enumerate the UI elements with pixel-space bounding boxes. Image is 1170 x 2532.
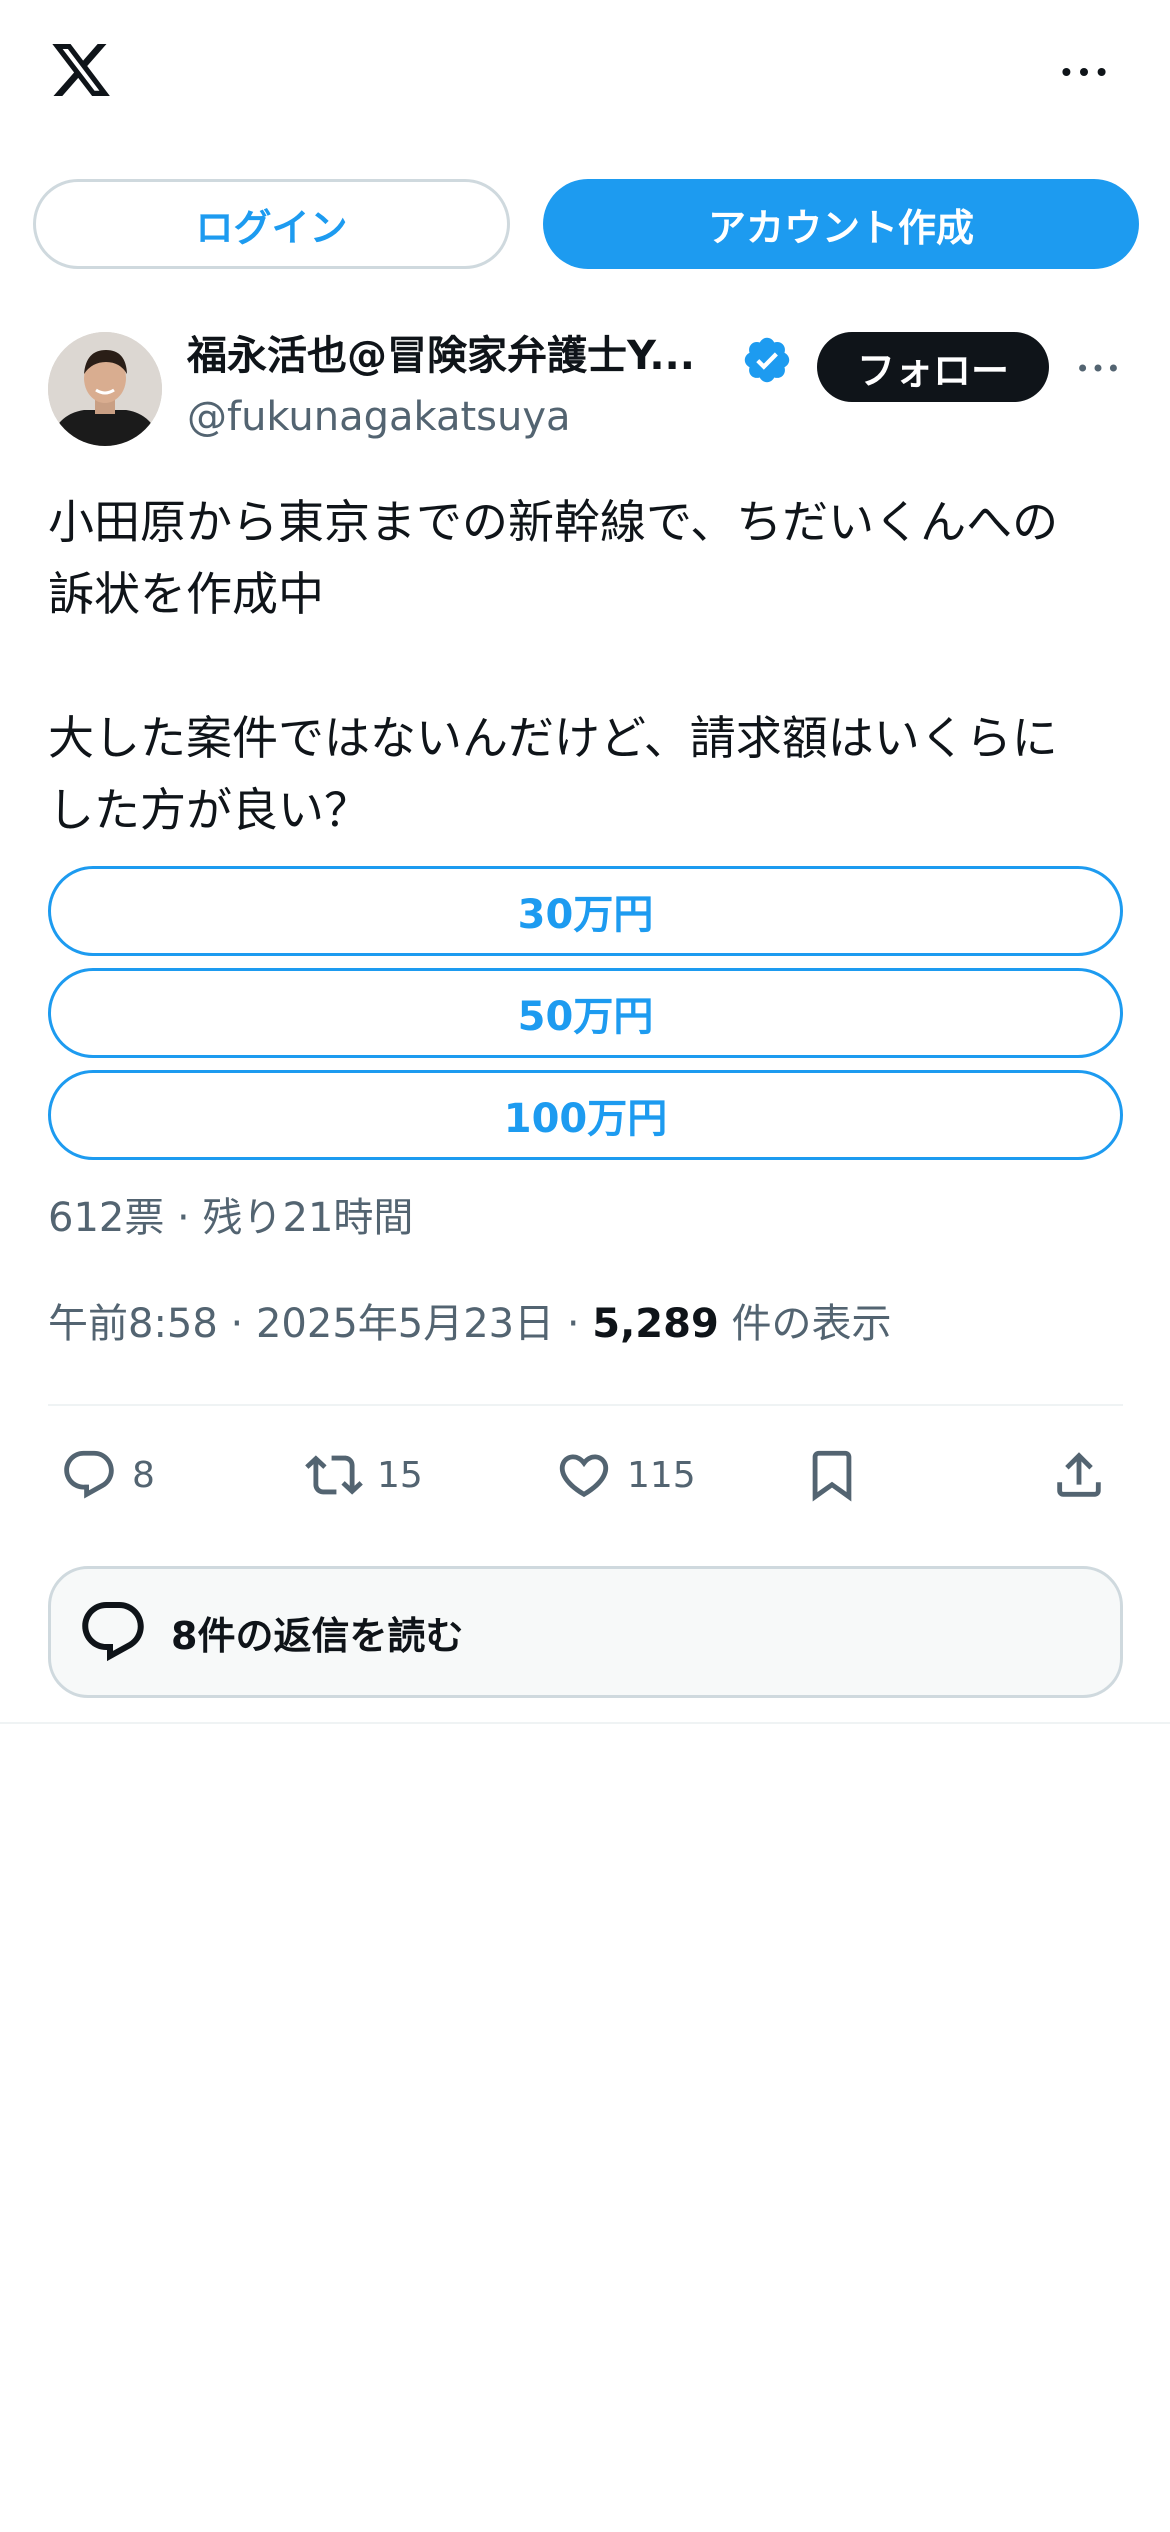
- heart-icon: [559, 1454, 609, 1498]
- post-more-icon[interactable]: [1070, 346, 1126, 390]
- avatar[interactable]: [48, 332, 162, 446]
- login-button[interactable]: ログイン: [33, 179, 510, 269]
- share-action[interactable]: [1050, 1440, 1108, 1510]
- post-timestamp: 午前8:58 · 2025年5月23日 · 5,289 件の表示: [48, 1294, 892, 1354]
- view-count-label: 件の表示: [718, 1301, 892, 1347]
- author-name[interactable]: 福永活也@冒険家弁護士Y...: [187, 328, 727, 384]
- author-handle[interactable]: @fukunagakatsuya: [187, 390, 571, 444]
- divider: [48, 1404, 1123, 1406]
- verified-badge-icon: [741, 334, 793, 386]
- read-replies-button[interactable]: 8件の返信を読む: [48, 1566, 1123, 1698]
- like-count: 115: [627, 1454, 696, 1496]
- bookmark-action[interactable]: [803, 1440, 861, 1510]
- poll-status: 612票 · 残り21時間: [48, 1195, 414, 1241]
- read-replies-label: 8件の返信を読む: [171, 1613, 464, 1658]
- time-date[interactable]: 午前8:58 · 2025年5月23日 ·: [48, 1301, 592, 1347]
- poll-option-1[interactable]: 30万円: [48, 866, 1123, 956]
- conversation-icon: [82, 1602, 144, 1662]
- reply-count: 8: [132, 1454, 155, 1496]
- bookmark-icon: [812, 1450, 852, 1502]
- repost-icon: [305, 1455, 363, 1495]
- post-text: 小田原から東京までの新幹線で、ちだいくんへの 訴状を作成中 大した案件ではないん…: [48, 495, 1059, 837]
- poll-option-3[interactable]: 100万円: [48, 1070, 1123, 1160]
- section-divider: [0, 1722, 1170, 1724]
- repost-action[interactable]: 15: [305, 1440, 423, 1510]
- share-icon: [1057, 1452, 1101, 1497]
- reply-icon: [64, 1450, 114, 1499]
- top-bar: [0, 0, 1170, 160]
- poll-option-2[interactable]: 50万円: [48, 968, 1123, 1058]
- view-count: 5,289: [592, 1301, 719, 1347]
- tweet-page: ログイン アカウント作成 福永活也@冒険家弁護士Y... @fukunagaka…: [0, 0, 1170, 2532]
- repost-count: 15: [377, 1454, 423, 1496]
- like-action[interactable]: 115: [555, 1440, 696, 1510]
- more-options-icon[interactable]: [1056, 48, 1112, 96]
- follow-button[interactable]: フォロー: [817, 332, 1049, 402]
- create-account-button[interactable]: アカウント作成: [543, 179, 1139, 269]
- reply-action[interactable]: 8: [60, 1440, 155, 1510]
- x-logo-icon[interactable]: [46, 38, 116, 102]
